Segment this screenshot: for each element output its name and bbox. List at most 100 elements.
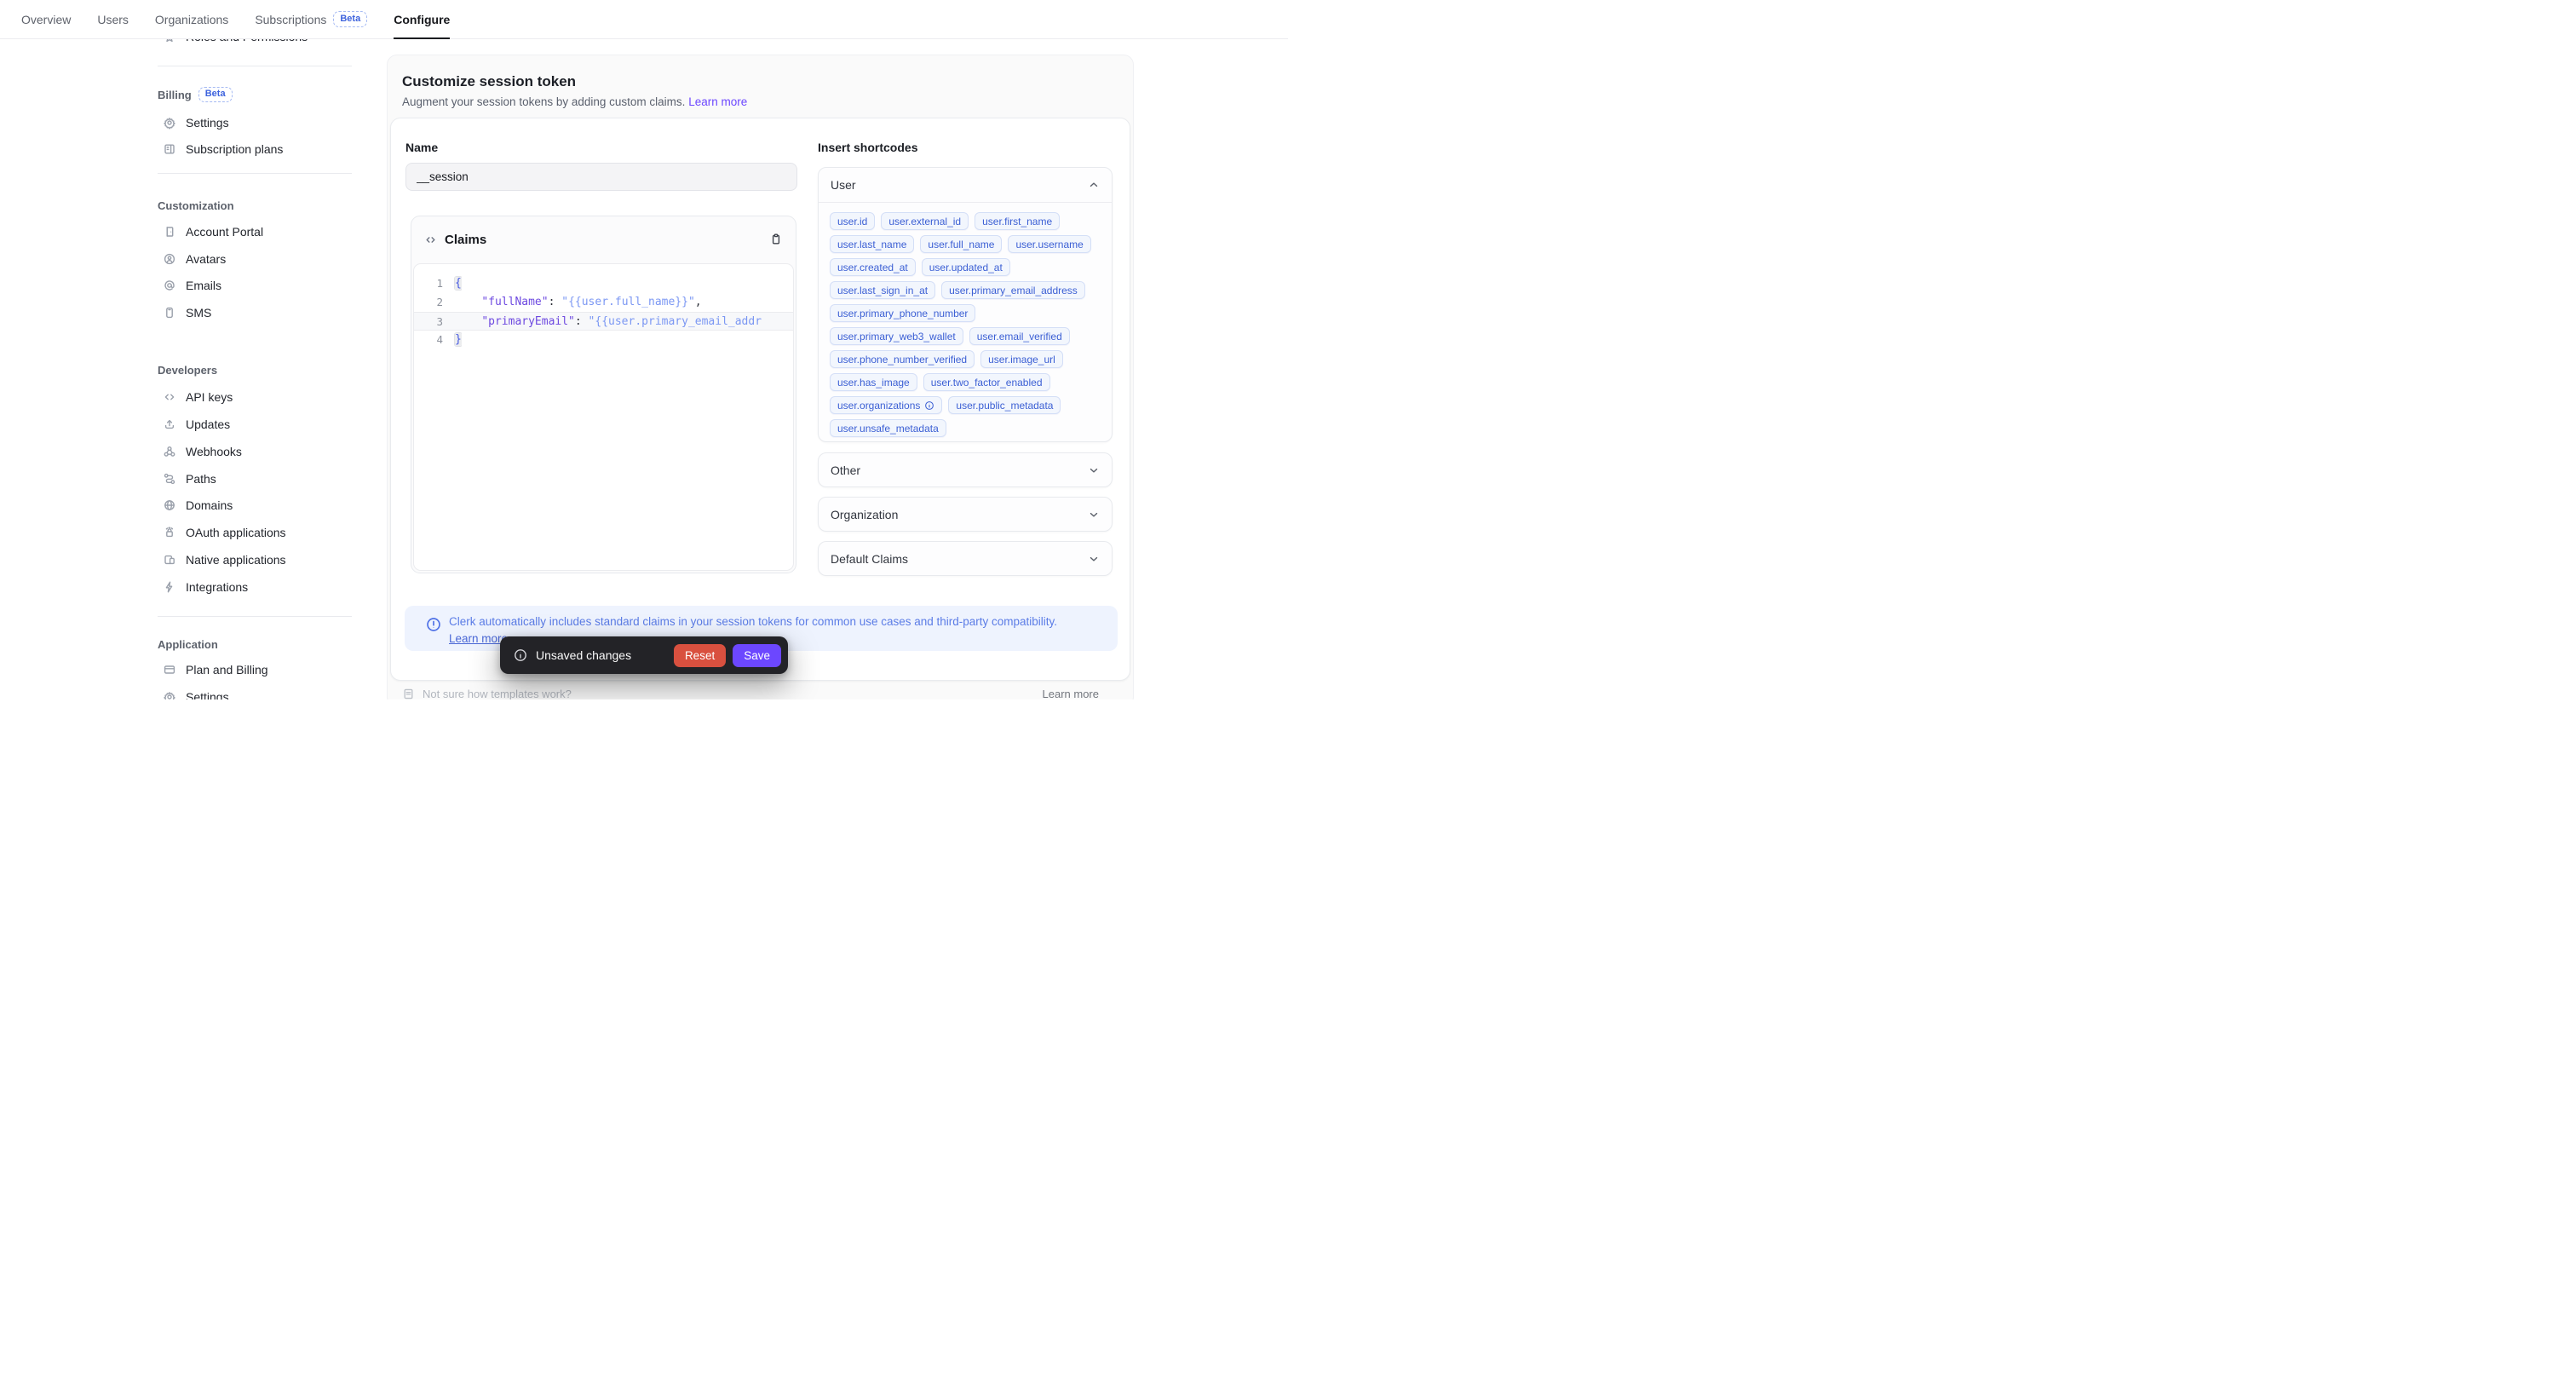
footer-learn-more-link[interactable]: Learn more <box>1043 688 1099 700</box>
save-button[interactable]: Save <box>733 644 781 667</box>
sidebar-item-subscription-plans[interactable]: Subscription plans <box>163 140 283 158</box>
avatar-icon <box>163 252 176 266</box>
gear-icon <box>163 116 176 130</box>
toast-message: Unsaved changes <box>536 648 631 662</box>
shortcode-chip-user-last-name[interactable]: user.last_name <box>830 235 914 253</box>
shortcode-chip-user-full-name[interactable]: user.full_name <box>920 235 1002 253</box>
accordion-organization: Organization <box>818 497 1113 532</box>
templates-footer-row: Not sure how templates work? Learn more <box>402 688 1099 700</box>
copy-icon[interactable] <box>769 233 783 246</box>
chip-row: user.created_at user.updated_at <box>830 258 1101 276</box>
shortcode-chip-user-username[interactable]: user.username <box>1008 235 1090 253</box>
globe-icon <box>163 498 176 512</box>
sidebar-item-emails[interactable]: Emails <box>163 276 221 295</box>
nav-tab-overview[interactable]: Overview <box>21 0 71 38</box>
sidebar-item-domains[interactable]: Domains <box>163 496 233 515</box>
chip-label: user.last_name <box>837 239 906 250</box>
templates-footer-text: Not sure how templates work? <box>423 688 572 700</box>
divider <box>158 173 352 174</box>
sidebar-item-settings[interactable]: Settings <box>163 688 229 700</box>
sidebar-item-label: Domains <box>186 498 233 512</box>
chip-label: user.full_name <box>928 239 994 250</box>
sidebar-item-label: Subscription plans <box>186 142 283 156</box>
sidebar-item-plan-and-billing[interactable]: Plan and Billing <box>163 660 268 679</box>
shortcode-chip-user-public-metadata[interactable]: user.public_metadata <box>948 396 1061 414</box>
beta-badge: Beta <box>198 87 233 102</box>
sidebar-item-label: Settings <box>186 690 229 700</box>
shortcode-chip-user-email-verified[interactable]: user.email_verified <box>969 327 1070 345</box>
shortcode-chip-user-last-sign-in-at[interactable]: user.last_sign_in_at <box>830 281 935 299</box>
accordion-other-header[interactable]: Other <box>819 453 1112 487</box>
nav-tab-configure[interactable]: Configure <box>394 0 450 38</box>
name-label: Name <box>405 141 438 154</box>
nav-tab-subscriptions[interactable]: SubscriptionsBeta <box>255 0 367 38</box>
card-icon <box>163 663 176 676</box>
code-line-3: 3 "primaryEmail": "{{user.primary_email_… <box>414 312 793 331</box>
code-icon <box>163 390 176 404</box>
nav-tab-users[interactable]: Users <box>97 0 129 38</box>
nav-tab-organizations[interactable]: Organizations <box>155 0 228 38</box>
chip-label: user.first_name <box>982 216 1052 227</box>
chip-row: user.id user.external_id user.first_name <box>830 212 1101 230</box>
insert-shortcodes-title: Insert shortcodes <box>818 141 917 154</box>
sidebar-item-api-keys[interactable]: API keys <box>163 388 233 406</box>
code-line-content: { <box>443 274 462 293</box>
shortcode-chip-user-updated-at[interactable]: user.updated_at <box>922 258 1010 276</box>
name-input[interactable] <box>405 163 797 191</box>
sidebar-item-settings[interactable]: Settings <box>163 113 229 132</box>
chip-label: user.created_at <box>837 262 908 273</box>
at-icon <box>163 279 176 292</box>
claims-code-editor[interactable]: 1{2 "fullName": "{{user.full_name}}",3 "… <box>413 263 794 571</box>
chip-row: user.unsafe_metadata <box>830 419 1101 437</box>
code-line-1: 1{ <box>414 274 793 293</box>
code-line-content: } <box>443 331 462 349</box>
line-number: 4 <box>414 331 443 349</box>
shortcode-chip-user-has-image[interactable]: user.has_image <box>830 373 917 391</box>
shortcode-chip-user-id[interactable]: user.id <box>830 212 875 230</box>
sidebar-item-account-portal[interactable]: Account Portal <box>163 222 263 241</box>
accordion-user-header[interactable]: User <box>819 168 1112 202</box>
sidebar-item-updates[interactable]: Updates <box>163 415 230 434</box>
chip-row: user.primary_phone_number <box>830 304 1101 322</box>
chip-label: user.two_factor_enabled <box>931 377 1043 389</box>
sidebar-item-sms[interactable]: SMS <box>163 303 211 322</box>
phone-icon <box>163 306 176 320</box>
sidebar-item-oauth-applications[interactable]: OAuth applications <box>163 523 286 542</box>
sidebar-item-avatars[interactable]: Avatars <box>163 250 226 268</box>
shortcode-chip-user-primary-email-address[interactable]: user.primary_email_address <box>941 281 1085 299</box>
shortcode-chip-user-unsafe-metadata[interactable]: user.unsafe_metadata <box>830 419 946 437</box>
shortcode-chip-user-primary-web3-wallet[interactable]: user.primary_web3_wallet <box>830 327 963 345</box>
info-icon <box>514 648 527 662</box>
page-title: Customize session token <box>402 73 576 90</box>
reset-button[interactable]: Reset <box>674 644 726 667</box>
shortcode-chip-user-image-url[interactable]: user.image_url <box>980 350 1063 368</box>
accordion-default-claims-header[interactable]: Default Claims <box>819 542 1112 576</box>
sidebar-item-webhooks[interactable]: Webhooks <box>163 442 242 461</box>
lock-icon <box>163 526 176 539</box>
nav-tab-label: Configure <box>394 13 450 26</box>
shortcode-chip-user-two-factor-enabled[interactable]: user.two_factor_enabled <box>923 373 1050 391</box>
shortcode-chip-user-created-at[interactable]: user.created_at <box>830 258 916 276</box>
chip-row: user.has_image user.two_factor_enabled <box>830 373 1101 391</box>
nav-tab-label: Subscriptions <box>255 13 326 26</box>
toast-buttons: Reset Save <box>674 644 781 667</box>
door-icon <box>163 225 176 239</box>
shortcode-chip-user-external-id[interactable]: user.external_id <box>881 212 969 230</box>
shortcode-chip-user-organizations[interactable]: user.organizations <box>830 396 942 414</box>
divider <box>158 616 352 617</box>
sidebar-item-paths[interactable]: Paths <box>163 469 216 488</box>
chip-label: user.id <box>837 216 867 227</box>
shortcode-chip-user-primary-phone-number[interactable]: user.primary_phone_number <box>830 304 975 322</box>
shortcode-chip-user-first-name[interactable]: user.first_name <box>975 212 1060 230</box>
shortcode-chip-user-phone-number-verified[interactable]: user.phone_number_verified <box>830 350 975 368</box>
claims-header: Claims <box>411 216 796 262</box>
subtitle-learn-more-link[interactable]: Learn more <box>688 95 747 108</box>
sidebar-item-integrations[interactable]: Integrations <box>163 578 248 596</box>
line-number: 3 <box>414 313 443 330</box>
sidebar-item-native-applications[interactable]: Native applications <box>163 550 286 569</box>
accordion-organization-header[interactable]: Organization <box>819 498 1112 532</box>
sidebar-item-label: Avatars <box>186 252 226 266</box>
banner-learn-more-link[interactable]: Learn more <box>449 632 508 645</box>
devices-icon <box>163 553 176 567</box>
chevron-down-icon <box>1088 553 1100 565</box>
